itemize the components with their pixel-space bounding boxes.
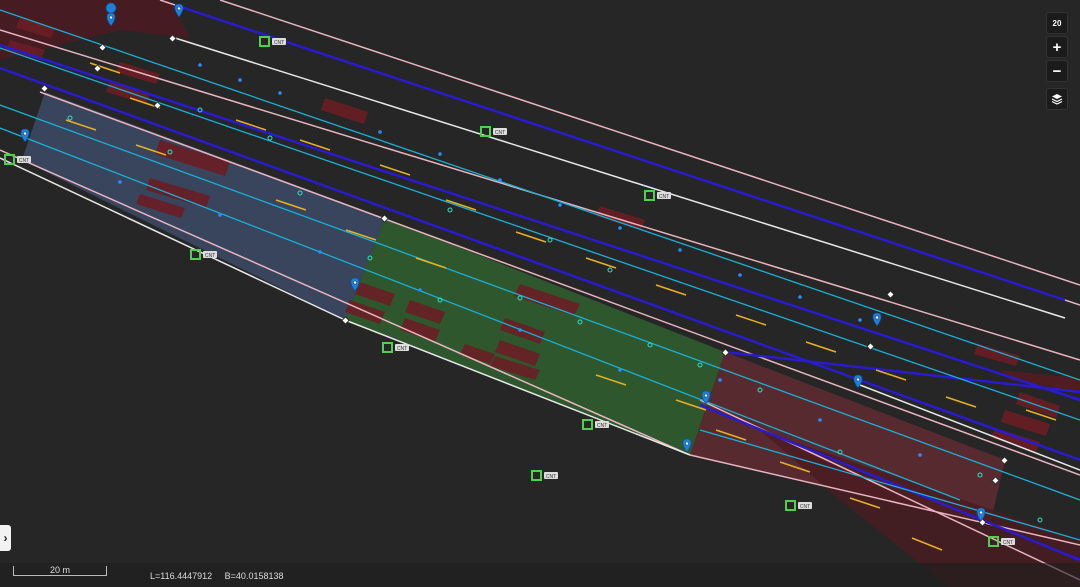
longitude-readout: L=116.4447912 — [150, 571, 213, 581]
zoom-out-button[interactable]: − — [1046, 60, 1068, 82]
sign-tag: CNT — [659, 194, 669, 200]
sign-tag: CNT — [495, 130, 505, 136]
sign-tag: CNT — [274, 40, 284, 46]
map-canvas[interactable]: CNT CNT CNT CNT CNT CNT CNT CNT CNT CNT — [0, 0, 1080, 587]
layers-button[interactable] — [1046, 88, 1068, 110]
scale-bar: 20 m — [13, 566, 107, 576]
sign-tag: CNT — [597, 423, 607, 429]
layers-icon — [1051, 94, 1063, 105]
sign-tag: CNT — [397, 346, 407, 352]
sign-tag: CNT — [546, 474, 556, 480]
latitude-readout: B=40.0158138 — [224, 571, 284, 581]
zoom-in-button[interactable]: + — [1046, 36, 1068, 58]
sign-tag: CNT — [205, 253, 215, 259]
sign-tag: CNT — [19, 158, 29, 164]
expand-panel-button[interactable]: › — [0, 525, 11, 551]
sign-tag: CNT — [1003, 540, 1013, 546]
scale-label: 20 m — [49, 565, 70, 575]
coordinate-readout: L=116.4447912 B=40.0158138 — [150, 571, 293, 581]
chevron-right-icon: › — [3, 531, 8, 545]
sign-tag: CNT — [800, 504, 810, 510]
zoom-level-indicator: 20 — [1046, 12, 1068, 34]
